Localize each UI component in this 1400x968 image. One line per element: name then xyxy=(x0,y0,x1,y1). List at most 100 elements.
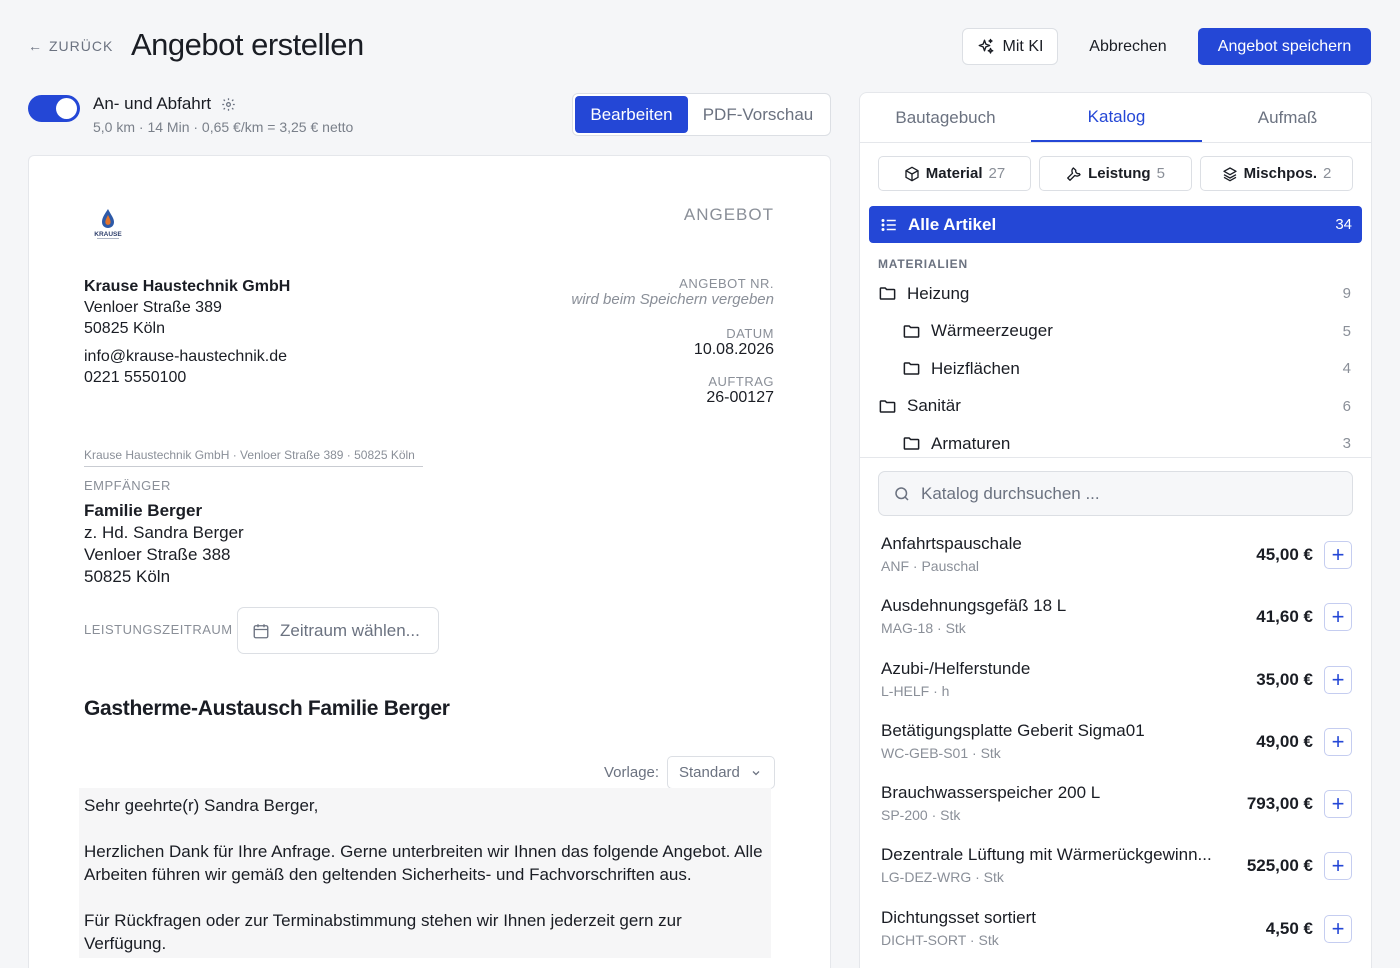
item-code: L-HELF · h xyxy=(881,682,950,699)
search-icon xyxy=(895,486,909,501)
cancel-button[interactable]: Abbrechen xyxy=(1072,28,1184,65)
template-value: Standard xyxy=(679,764,740,781)
tree-item-count: 9 xyxy=(1342,285,1351,303)
save-button[interactable]: Angebot speichern xyxy=(1198,28,1371,65)
service-period-label: LEISTUNGSZEITRAUM xyxy=(84,622,233,637)
catalog-search-input[interactable] xyxy=(921,483,1341,504)
tab-katalog[interactable]: Katalog xyxy=(1031,93,1202,142)
sparkles-icon xyxy=(978,38,993,54)
item-price: 4,50 € xyxy=(1265,918,1313,938)
panel-tabs: Bautagebuch Katalog Aufmaß xyxy=(860,93,1371,143)
wrench-icon xyxy=(1067,166,1081,181)
add-item-button[interactable]: + xyxy=(1324,914,1352,943)
order-label: AUFTRAG xyxy=(708,374,774,389)
item-code: ANF · Pauschal xyxy=(881,558,980,574)
tree-item-heizflaechen[interactable]: Heizflächen 4 xyxy=(878,350,1353,388)
filter-material[interactable]: Material 27 xyxy=(878,156,1031,191)
add-item-button[interactable]: + xyxy=(1324,852,1352,881)
item-name: Ausdehnungsgefäß 18 L xyxy=(881,596,1067,616)
item-name: Anfahrtspauschale xyxy=(881,534,1022,553)
tree-item-count: 5 xyxy=(1342,322,1351,340)
tab-bautagebuch[interactable]: Bautagebuch xyxy=(860,93,1031,142)
plus-icon: + xyxy=(1331,915,1345,941)
arrow-left-icon: ← xyxy=(28,38,43,54)
item-name: Dezentrale Lüftung mit Wärmerückgewinn..… xyxy=(881,845,1212,865)
item-code: DICHT-SORT · Stk xyxy=(881,931,999,948)
pdf-preview-button[interactable]: PDF-Vorschau xyxy=(688,96,828,133)
company-address: Krause Haustechnik GmbH Venloer Straße 3… xyxy=(84,276,290,388)
item-price: 41,60 € xyxy=(1256,607,1313,627)
tree-item-count: 6 xyxy=(1342,397,1351,415)
ai-button[interactable]: Mit KI xyxy=(962,28,1058,65)
date-label: DATUM xyxy=(726,326,774,341)
travel-toggle[interactable] xyxy=(28,95,80,122)
tree-item-sanitaer[interactable]: Sanitär 6 xyxy=(878,388,1353,426)
letter-text-editor[interactable]: Sehr geehrte(r) Sandra Berger, Herzliche… xyxy=(79,788,771,958)
chevron-down-icon xyxy=(752,770,760,775)
divider xyxy=(860,457,1371,458)
all-items-filter[interactable]: Alle Artikel 34 xyxy=(869,206,1362,243)
recipient-name: Familie Berger xyxy=(84,501,203,520)
add-item-button[interactable]: + xyxy=(1324,665,1352,694)
date-value: 10.08.2026 xyxy=(693,341,774,358)
toggle-knob xyxy=(56,98,77,119)
recipient-label: EMPFÄNGER xyxy=(84,478,171,493)
edit-mode-button[interactable]: Bearbeiten xyxy=(575,96,688,133)
gear-icon[interactable] xyxy=(221,97,236,112)
section-label: MATERIALIEN xyxy=(878,257,968,271)
item-price: 35,00 € xyxy=(1256,669,1313,689)
recipient-attn: z. Hd. Sandra Berger xyxy=(84,523,244,542)
add-item-button[interactable]: + xyxy=(1324,603,1352,632)
view-toggle: Bearbeiten PDF-Vorschau xyxy=(572,93,831,136)
template-select[interactable]: Standard xyxy=(667,756,775,789)
tree-item-waermeerzeuger[interactable]: Wärmeerzeuger 5 xyxy=(878,313,1353,351)
catalog-item[interactable]: Anfahrtspauschale ANF · Pauschal 45,00 €… xyxy=(860,525,1371,587)
catalog-item[interactable]: Ausdehnungsgefäß 18 L MAG-18 · Stk 41,60… xyxy=(860,587,1371,649)
plus-icon: + xyxy=(1331,853,1345,879)
add-item-button[interactable]: + xyxy=(1324,727,1352,756)
add-item-button[interactable]: + xyxy=(1324,790,1352,819)
catalog-item-list: Anfahrtspauschale ANF · Pauschal 45,00 €… xyxy=(860,525,1371,961)
plus-icon: + xyxy=(1331,791,1345,817)
tree-item-label: Armaturen xyxy=(931,433,1011,453)
travel-title-label: An- und Abfahrt xyxy=(93,94,212,113)
page-title: Angebot erstellen xyxy=(131,27,364,62)
catalog-item[interactable]: Dichtungsset sortiert DICHT-SORT · Stk 4… xyxy=(860,899,1371,961)
offer-title[interactable]: Gastherme-Austausch Familie Berger xyxy=(84,697,450,721)
item-name: Brauchwasserspeicher 200 L xyxy=(881,783,1101,803)
company-logo: KRAUSE xyxy=(94,209,122,239)
letter-greeting: Sehr geehrte(r) Sandra Berger, xyxy=(84,796,319,815)
side-panel: Bautagebuch Katalog Aufmaß Material 27 L… xyxy=(859,92,1372,968)
sender-line: Krause Haustechnik GmbH · Venloer Straße… xyxy=(84,448,423,467)
letter-paragraph: Herzlichen Dank für Ihre Anfrage. Gerne … xyxy=(84,842,763,884)
logo-text: KRAUSE xyxy=(94,231,122,238)
item-code: SP-200 · Stk xyxy=(881,807,961,824)
travel-summary: 5,0 km · 14 Min · 0,65 €/km = 3,25 € net… xyxy=(93,119,354,135)
catalog-item[interactable]: Betätigungsplatte Geberit Sigma01 WC-GEB… xyxy=(860,712,1371,774)
top-bar: ← ZURÜCK Angebot erstellen Mit KI Abbrec… xyxy=(0,0,1400,92)
filter-leistung[interactable]: Leistung 5 xyxy=(1039,156,1192,191)
filter-leistung-label: Leistung xyxy=(1088,165,1151,182)
catalog-item[interactable]: Brauchwasserspeicher 200 L SP-200 · Stk … xyxy=(860,774,1371,836)
document-meta: ANGEBOT NR. wird beim Speichern vergeben… xyxy=(571,276,774,407)
add-item-button[interactable]: + xyxy=(1324,541,1352,569)
tree-item-heizung[interactable]: Heizung 9 xyxy=(878,275,1353,313)
item-price: 525,00 € xyxy=(1246,856,1313,876)
service-period-placeholder: Zeitraum wählen... xyxy=(280,620,420,640)
offer-document: KRAUSE ANGEBOT Krause Haustechnik GmbH V… xyxy=(28,155,831,968)
catalog-search xyxy=(878,471,1353,516)
tab-aufmass[interactable]: Aufmaß xyxy=(1202,93,1371,142)
document-type-label: ANGEBOT xyxy=(683,205,774,224)
catalog-item[interactable]: Azubi-/Helferstunde L-HELF · h 35,00 € + xyxy=(860,650,1371,712)
back-link[interactable]: ← ZURÜCK xyxy=(28,38,113,54)
catalog-item[interactable]: Dezentrale Lüftung mit Wärmerückgewinn..… xyxy=(860,836,1371,898)
filter-mischpos-count: 2 xyxy=(1323,165,1332,182)
item-name: Betätigungsplatte Geberit Sigma01 xyxy=(881,720,1145,740)
service-period-picker[interactable]: Zeitraum wählen... xyxy=(237,607,439,654)
item-price: 49,00 € xyxy=(1256,731,1313,751)
all-items-label: Alle Artikel xyxy=(908,214,997,234)
recipient-address[interactable]: Familie Berger z. Hd. Sandra Berger Venl… xyxy=(84,500,244,588)
company-street: Venloer Straße 389 xyxy=(84,299,222,316)
item-name: Dichtungsset sortiert xyxy=(881,907,1036,927)
filter-mischpos[interactable]: Mischpos. 2 xyxy=(1200,156,1353,191)
